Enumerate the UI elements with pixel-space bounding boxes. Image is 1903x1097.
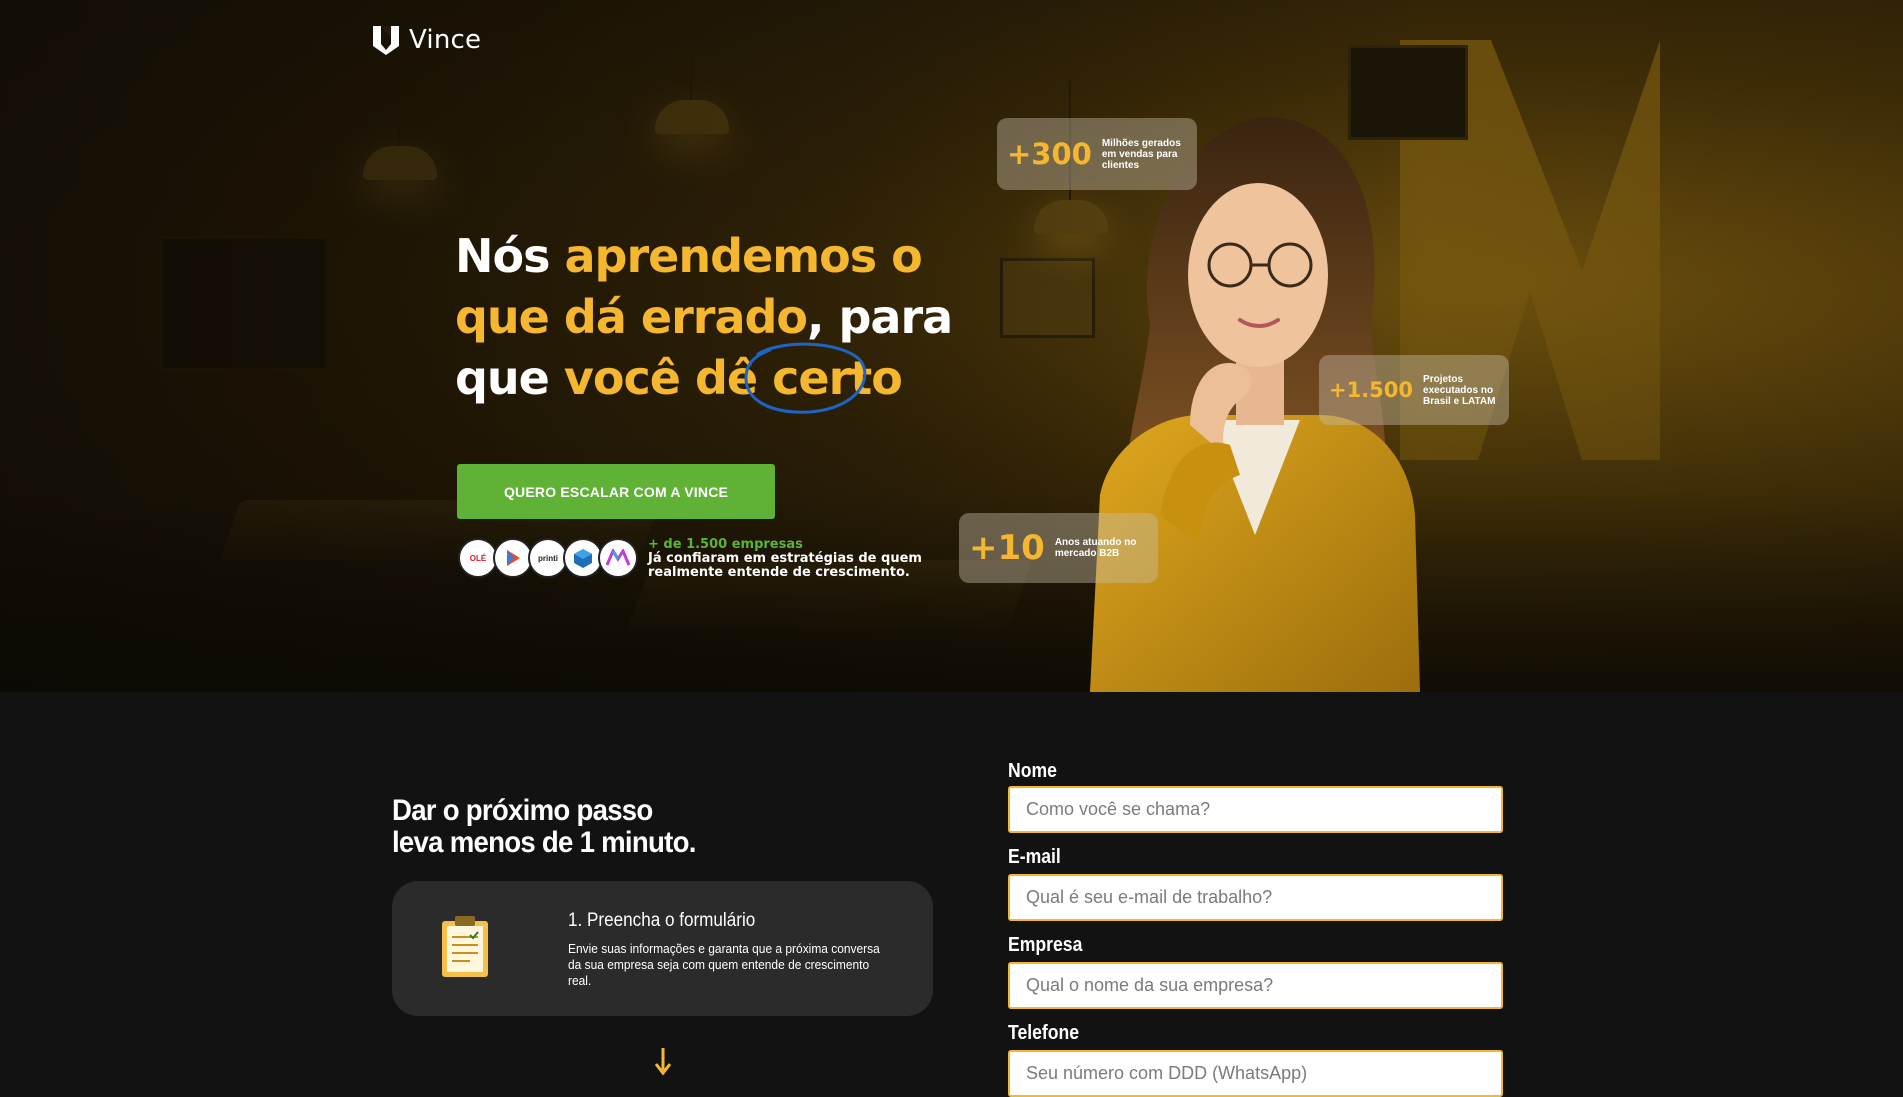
m-logo-icon <box>606 549 630 566</box>
hand-drawn-circle-icon <box>744 342 867 414</box>
hero-headline: Nós aprendemos o que dá errado, para que… <box>455 226 975 409</box>
client-logo-ole: OLÉ <box>458 538 498 578</box>
steps-title-line: Dar o próximo passo <box>392 794 653 827</box>
phone-input[interactable] <box>1008 1050 1503 1097</box>
stat-card-revenue: +300 Milhões gerados em vendas para clie… <box>997 118 1197 190</box>
company-input[interactable] <box>1008 962 1503 1009</box>
trust-count: + de 1.500 empresas <box>648 537 803 552</box>
steps-title-line: leva menos de 1 minuto. <box>392 826 696 859</box>
stat-label: Milhões gerados em vendas para clientes <box>1101 137 1181 171</box>
arrow-down-icon <box>654 1048 672 1076</box>
stat-label: Anos atuando no mercado B2B <box>1054 537 1137 559</box>
email-input[interactable] <box>1008 874 1503 921</box>
step-title: 1. Preencha o formulário <box>568 910 756 931</box>
client-logo-printi: printi <box>528 538 568 578</box>
email-label: E-mail <box>1008 846 1061 868</box>
stat-label: Projetos executados no Brasil e LATAM <box>1423 373 1496 407</box>
brand-logo[interactable]: Vince <box>371 24 481 56</box>
hero-section: Vince Nós aprendemos o que dá errado, pa… <box>0 0 1903 692</box>
brand-name: Vince <box>409 25 482 55</box>
stat-number: +10 <box>969 528 1045 568</box>
hero-floor-shade <box>0 492 1903 692</box>
stat-card-projects: +1.500 Projetos executados no Brasil e L… <box>1319 355 1509 425</box>
phone-label: Telefone <box>1008 1022 1080 1044</box>
steps-title: Dar o próximo passo leva menos de 1 minu… <box>392 795 696 859</box>
headline-highlight: que dá errado <box>455 290 808 344</box>
stat-number: +1.500 <box>1329 378 1414 402</box>
form-section <box>0 692 1903 1080</box>
headline-highlight: aprendemos o <box>564 229 923 283</box>
client-logos: OLÉ printi <box>458 538 638 578</box>
headline-part: Nós <box>455 229 550 283</box>
client-logo-m <box>598 538 638 578</box>
trust-description: Já confiaram em estratégias de quem real… <box>648 551 922 580</box>
play-logo-icon <box>507 550 520 566</box>
name-label: Nome <box>1008 760 1057 782</box>
step-description: Envie suas informações e garanta que a p… <box>568 941 880 988</box>
trust-text: + de 1.500 empresas Já confiaram em estr… <box>648 538 948 580</box>
client-logo-text: OLÉ <box>469 553 487 563</box>
stat-number: +300 <box>1007 137 1092 171</box>
headline-part: que <box>455 351 550 405</box>
clipboard-icon <box>442 916 488 977</box>
step-card: 1. Preencha o formulário Envie suas info… <box>392 881 933 1016</box>
vince-logo-icon <box>373 26 399 55</box>
cube-logo-icon <box>574 549 592 568</box>
headline-highlight: você dê <box>563 351 758 405</box>
cta-button[interactable]: QUERO ESCALAR COM A VINCE <box>457 464 775 519</box>
headline-part: , para <box>807 290 953 344</box>
name-input[interactable] <box>1008 786 1503 833</box>
company-label: Empresa <box>1008 934 1083 956</box>
client-logo-text: printi <box>538 553 558 563</box>
stat-card-years: +10 Anos atuando no mercado B2B <box>959 513 1158 583</box>
client-logo-cube <box>563 538 603 578</box>
client-logo-play <box>493 538 533 578</box>
